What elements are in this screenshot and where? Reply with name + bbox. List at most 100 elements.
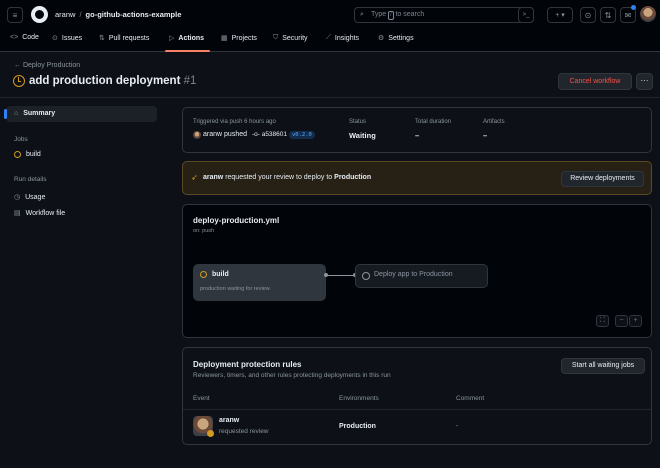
graph-icon: ⟋ (326, 34, 331, 41)
zoom-out-button[interactable]: − (615, 315, 628, 327)
fullscreen-label: ⛶ (600, 317, 605, 324)
app-header: ≡ aranw / go-github-actions-example ⌕ Type… (0, 0, 660, 52)
artifacts-value: – (483, 131, 488, 140)
review-request-text: aranw requested your review to deploy to… (203, 174, 371, 181)
reviewer-name[interactable]: aranw (219, 417, 239, 424)
rocket-icon: ➶ (191, 173, 198, 182)
job-node-name: build (212, 271, 229, 278)
tab-projects[interactable]: ▦ Projects (221, 34, 257, 43)
sidebar-workflow-file-label: Workflow file (25, 209, 66, 217)
tab-insights[interactable]: ⟋ Insights (326, 34, 359, 42)
plus-icon[interactable]: + ▾ (547, 7, 573, 23)
page-title: add production deployment #1 (29, 75, 196, 87)
sidebar-build-label: build (26, 151, 41, 158)
workflow-breadcrumb[interactable]: ← Deploy Production (14, 62, 80, 69)
tab-actions-label: Actions (178, 34, 205, 42)
push-info: aranw pushed -o- a538601 v0.2.0 (203, 131, 315, 139)
github-logo[interactable] (31, 6, 48, 23)
tab-security[interactable]: ⛉ Security (273, 34, 308, 42)
review-environment: Production (334, 174, 372, 181)
search-key-hint: / (388, 11, 394, 20)
fullscreen-icon[interactable]: ⛶ (596, 315, 609, 327)
sidebar-usage-label: Usage (25, 193, 46, 201)
run-title: add production deployment (29, 75, 181, 87)
job-node-deploy[interactable]: Deploy app to Production (355, 264, 488, 288)
shield-icon: ⛉ (273, 34, 279, 41)
tab-issues[interactable]: ⊙ Issues (52, 34, 82, 43)
search-icon: ⌕ (360, 11, 364, 18)
run-details-heading: Run details (14, 176, 47, 183)
title-divider (0, 97, 660, 98)
job-connector (326, 275, 355, 276)
issues-icon: ⊙ (52, 35, 58, 42)
issues-icon[interactable]: ⊙ (580, 7, 596, 23)
breadcrumb-separator: / (79, 10, 82, 19)
clock-icon (200, 271, 207, 278)
column-header-comment: Comment (456, 395, 485, 402)
row-environment: Production (339, 423, 376, 430)
search-placeholder: Type (371, 11, 387, 18)
tab-settings[interactable]: ⚙ Settings (378, 34, 414, 43)
waiting-clock-icon (13, 75, 25, 87)
job-node-status: production waiting for review (200, 286, 270, 292)
code-icon: <> (10, 34, 19, 41)
zoom-in-label: + (633, 317, 638, 324)
workflow-file-name[interactable]: deploy-production.yml (193, 216, 279, 225)
sidebar-item-build[interactable]: build (14, 151, 41, 158)
zoom-out-label: − (619, 317, 624, 324)
start-all-waiting-jobs-button[interactable]: Start all waiting jobs (561, 358, 645, 374)
command-palette-label: >_ (522, 12, 530, 18)
status-value: Waiting (349, 131, 376, 140)
pending-badge (207, 430, 214, 437)
version-tag[interactable]: v0.2.0 (288, 131, 315, 139)
zoom-in-button[interactable]: + (629, 315, 642, 327)
actor-avatar (193, 131, 201, 139)
tab-pull-requests[interactable]: ⇅ Pull requests (99, 34, 150, 43)
create-new-label: + ▾ (555, 12, 565, 19)
protection-subtitle: Reviewers, timers, and other rules prote… (193, 372, 391, 379)
artifacts-label: Artifacts (483, 119, 505, 125)
file-icon: ▤ (14, 210, 21, 217)
run-summary-card: Triggered via push 6 hours ago aranw pus… (182, 107, 652, 153)
trigger-text: Triggered via push 6 hours ago (193, 119, 276, 125)
pull-requests-icon[interactable]: ⇅ (600, 7, 616, 23)
sidebar-summary-link[interactable]: ⌂ Summary (14, 110, 55, 117)
duration-label: Total duration (415, 119, 452, 125)
job-node-build[interactable]: build production waiting for review (193, 264, 326, 301)
actor-link[interactable]: aranw (203, 131, 222, 138)
search-input[interactable]: ⌕ Type / to search (354, 7, 534, 23)
command-palette-icon[interactable]: >_ (518, 7, 534, 23)
active-tab-indicator (165, 50, 210, 52)
status-label: Status (349, 119, 367, 125)
tab-settings-label: Settings (388, 34, 414, 42)
review-request-banner: ➶ aranw requested your review to deploy … (182, 161, 652, 195)
tab-insights-label: Insights (334, 34, 360, 42)
sidebar-item-workflow-file[interactable]: ▤ Workflow file (14, 209, 66, 218)
commit-link[interactable]: -o- a538601 (252, 131, 287, 138)
protection-title: Deployment protection rules (193, 360, 302, 369)
deploy-job-name: Deploy app to Production (374, 271, 453, 278)
tab-code[interactable]: <> Code (10, 34, 39, 41)
tab-actions[interactable]: ▷ Actions (169, 34, 205, 43)
cancel-workflow-button[interactable]: Cancel workflow (558, 73, 632, 90)
owner-link[interactable]: aranw (55, 10, 75, 19)
repo-link[interactable]: go-github-actions-example (86, 10, 182, 19)
menu-icon[interactable]: ≡ (7, 7, 23, 23)
table-icon: ▦ (221, 35, 228, 42)
review-deployments-button[interactable]: Review deployments (561, 171, 644, 187)
clock-icon (14, 151, 21, 158)
reviewer-action: requested review (219, 428, 269, 435)
search-suffix: to search (395, 11, 425, 18)
repo-breadcrumb: aranw / go-github-actions-example (55, 10, 181, 19)
avatar[interactable] (640, 6, 656, 22)
more-options-button[interactable]: ··· (636, 73, 653, 90)
review-actor[interactable]: aranw (203, 174, 223, 181)
sidebar-summary-label: Summary (23, 110, 56, 117)
tab-projects-label: Projects (231, 34, 257, 42)
run-number: #1 (183, 75, 197, 87)
play-icon: ▷ (169, 35, 175, 42)
table-header-divider (183, 409, 651, 410)
column-header-event: Event (193, 395, 210, 402)
tab-pull-requests-label: Pull requests (108, 34, 150, 42)
sidebar-item-usage[interactable]: ◷ Usage (14, 193, 46, 202)
